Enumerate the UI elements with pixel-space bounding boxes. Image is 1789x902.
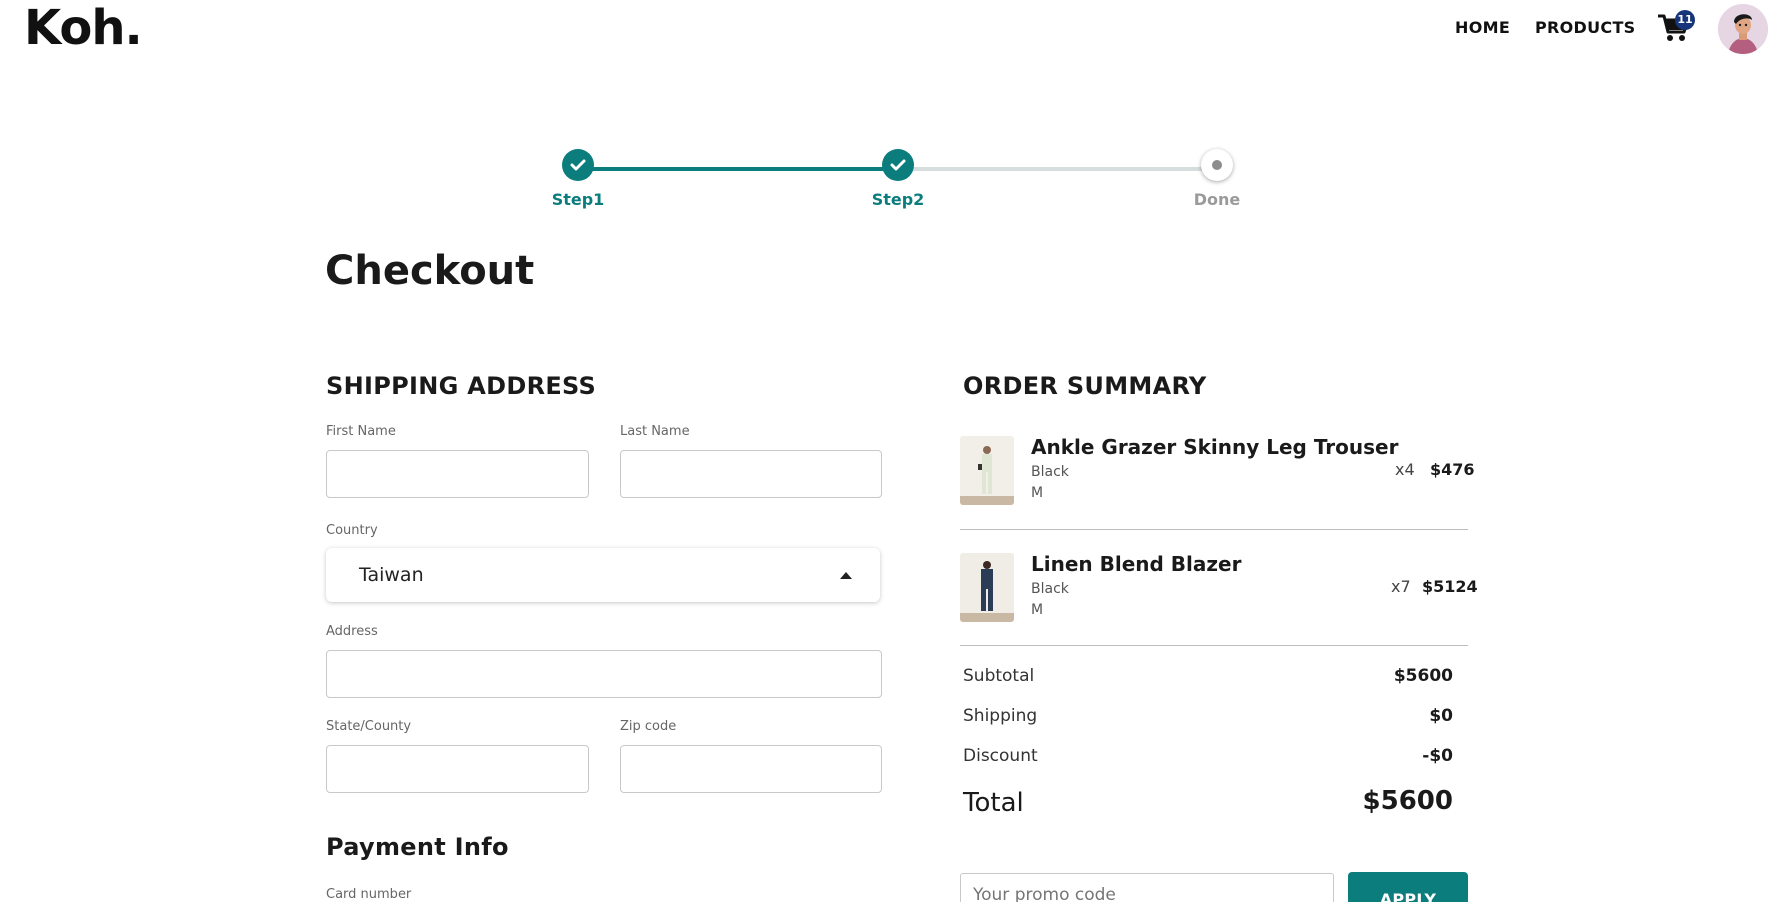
- nav-products-link[interactable]: PRODUCTS: [1535, 18, 1636, 37]
- shipping-value: $0: [1429, 706, 1453, 726]
- shipping-address-title: SHIPPING ADDRESS: [326, 372, 597, 400]
- payment-info-title: Payment Info: [326, 833, 509, 861]
- item-2-size: M: [1031, 602, 1044, 618]
- step2-label: Step2: [871, 190, 925, 209]
- item-2-image[interactable]: [960, 553, 1014, 622]
- step3-current-icon: [1201, 149, 1233, 181]
- item-1-size: M: [1031, 485, 1044, 501]
- divider: [960, 645, 1468, 646]
- discount-value: -$0: [1422, 746, 1453, 766]
- first-name-label: First Name: [326, 424, 396, 439]
- item-1-color: Black: [1031, 464, 1069, 480]
- step1-label: Step1: [551, 190, 605, 209]
- item-1-qty: x4: [1395, 460, 1415, 479]
- apply-promo-button[interactable]: APPLY: [1348, 872, 1468, 902]
- address-label: Address: [326, 624, 378, 639]
- avatar[interactable]: [1718, 4, 1768, 54]
- divider: [960, 529, 1468, 530]
- shipping-label: Shipping: [963, 706, 1038, 726]
- page-title: Checkout: [325, 248, 535, 294]
- first-name-field[interactable]: [326, 450, 589, 498]
- promo-code-input[interactable]: [960, 873, 1334, 902]
- last-name-label: Last Name: [620, 424, 690, 439]
- card-number-label: Card number: [326, 887, 412, 902]
- item-2-name: Linen Blend Blazer: [1031, 552, 1242, 576]
- logo[interactable]: Koh.: [24, 0, 143, 56]
- address-field[interactable]: [326, 650, 882, 698]
- step3-label: Done: [1193, 190, 1241, 209]
- subtotal-label: Subtotal: [963, 666, 1035, 686]
- item-2-qty: x7: [1391, 577, 1411, 596]
- item-1-name: Ankle Grazer Skinny Leg Trouser: [1031, 435, 1399, 459]
- stepper-remaining-line: [898, 167, 1214, 171]
- state-label: State/County: [326, 719, 412, 734]
- caret-up-icon: [840, 572, 852, 579]
- discount-label: Discount: [963, 746, 1038, 766]
- zip-label: Zip code: [620, 719, 677, 734]
- cart-count-badge: 11: [1675, 10, 1695, 30]
- item-2-price: $5124: [1422, 577, 1478, 596]
- country-select-value: Taiwan: [359, 564, 424, 586]
- zip-field[interactable]: [620, 745, 882, 793]
- item-1-price: $476: [1430, 460, 1475, 479]
- item-2-color: Black: [1031, 581, 1069, 597]
- order-summary-title: ORDER SUMMARY: [963, 372, 1207, 400]
- subtotal-value: $5600: [1393, 666, 1453, 686]
- stepper-progress-line: [578, 167, 898, 171]
- last-name-field[interactable]: [620, 450, 882, 498]
- step2-check-icon: [882, 149, 914, 181]
- state-field[interactable]: [326, 745, 589, 793]
- total-value: $5600: [1362, 786, 1453, 816]
- country-label: Country: [326, 523, 378, 538]
- nav-home-link[interactable]: HOME: [1455, 18, 1510, 37]
- country-select[interactable]: Taiwan: [326, 548, 880, 602]
- total-label: Total: [963, 788, 1024, 818]
- step1-check-icon: [562, 149, 594, 181]
- item-1-image[interactable]: [960, 436, 1014, 505]
